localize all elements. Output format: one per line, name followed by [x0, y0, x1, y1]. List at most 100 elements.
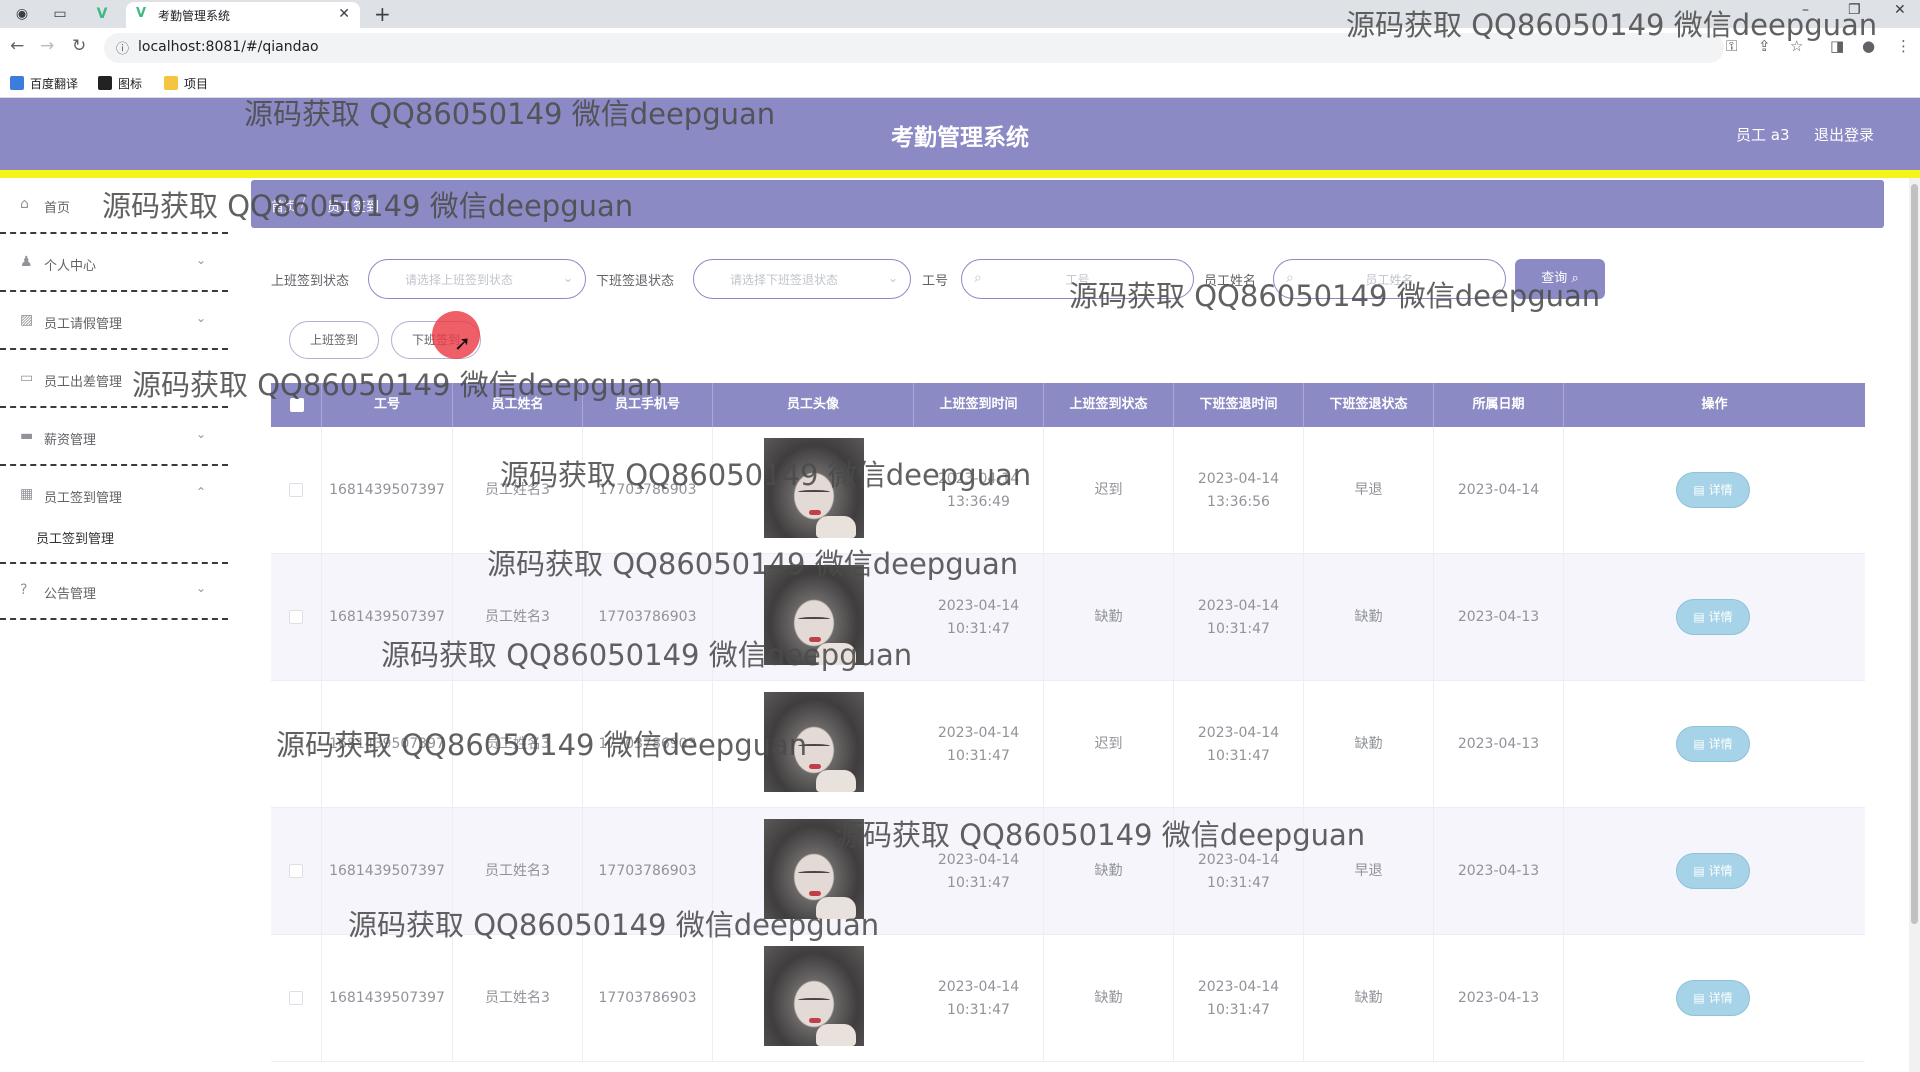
cell-out-status: 早退: [1304, 808, 1434, 935]
avatar-eyes: [798, 617, 830, 621]
tab-icon[interactable]: ▭: [50, 4, 70, 24]
browser-tab-bar: ◉ ▭ V V 考勤管理系统 ✕ + – ❐ ✕: [0, 0, 1920, 28]
row-checkbox[interactable]: [289, 991, 303, 1005]
cell-text: 2023-04-13: [1457, 863, 1540, 879]
forward-icon[interactable]: →: [40, 36, 54, 56]
cell-text: 缺勤: [1354, 990, 1383, 1006]
table-row: 1681439507397 员工姓名3 17703786903 2023-04-14 …: [271, 808, 1865, 935]
cell-name: 员工姓名3: [453, 554, 583, 681]
user-icon: ♟: [20, 254, 33, 270]
row-checkbox[interactable]: [289, 610, 303, 624]
operation-cell: ▤ 详情: [1564, 935, 1865, 1062]
checkout-status-select[interactable]: 请选择下班签退状态 ⌄: [693, 259, 911, 299]
url-field[interactable]: ⓘ localhost:8081/#/qiandao: [104, 33, 1724, 63]
sidebar-item-salary[interactable]: ▬ 薪资管理 ⌄: [0, 410, 228, 466]
detail-button[interactable]: ▤ 详情: [1676, 472, 1750, 508]
scrollbar-thumb[interactable]: [1911, 184, 1918, 924]
chevron-down-icon: ⌄: [887, 271, 898, 285]
chrome-menu-icon[interactable]: ◉: [12, 4, 32, 24]
profile-icon[interactable]: ●: [1862, 37, 1875, 55]
detail-button[interactable]: ▤ 详情: [1676, 980, 1750, 1016]
query-button[interactable]: 查询 ⌕: [1515, 259, 1605, 299]
address-bar: ← → ↻ ⓘ localhost:8081/#/qiandao ⚿ ⇪ ☆ ◨…: [0, 28, 1920, 68]
chevron-down-icon: ⌄: [195, 427, 206, 441]
cell-out-status: 缺勤: [1304, 681, 1434, 808]
table-row: 1681439507397 员工姓名3 17703786903 2023-04-14 …: [271, 427, 1865, 554]
sidebar-item-label: 员工请假管理: [44, 317, 123, 332]
cell-text: 17703786903: [598, 863, 697, 879]
sidebar-subitem-checkin-manage[interactable]: 员工签到管理: [36, 528, 114, 547]
cell-no: 1681439507397: [322, 808, 453, 935]
breadcrumb-separator: /: [301, 196, 306, 211]
avatar-eyes: [798, 490, 830, 494]
detail-button[interactable]: ▤ 详情: [1676, 726, 1750, 762]
cell-in-time: 2023-04-14 10:31:47: [914, 935, 1044, 1062]
row-checkbox[interactable]: [289, 483, 303, 497]
row-checkbox[interactable]: [289, 864, 303, 878]
avatar-hand: [816, 1024, 856, 1046]
sidebar-item-profile[interactable]: ♟ 个人中心 ⌄: [0, 236, 228, 292]
restore-icon[interactable]: ❐: [1848, 2, 1861, 18]
back-icon[interactable]: ←: [10, 36, 24, 56]
cell-out-time: 2023-04-14 10:31:47: [1174, 935, 1304, 1062]
cell-date: 2023-04-14: [1434, 427, 1564, 554]
select-all-checkbox[interactable]: [290, 398, 304, 412]
detail-button[interactable]: ▤ 详情: [1676, 599, 1750, 635]
operation-cell: ▤ 详情: [1564, 427, 1865, 554]
chevron-down-icon: ⌄: [195, 581, 206, 595]
detail-button[interactable]: ▤ 详情: [1676, 853, 1750, 889]
checkin-button[interactable]: 上班签到: [289, 321, 379, 359]
cell-text: 缺勤: [1354, 736, 1383, 752]
sidebar-item-notice[interactable]: ? 公告管理 ⌄: [0, 564, 228, 620]
star-icon[interactable]: ☆: [1790, 37, 1803, 55]
row-select-cell: [271, 935, 322, 1062]
cell-in-status: 迟到: [1044, 427, 1174, 554]
query-label: 查询: [1541, 271, 1568, 286]
cell-text: 2023-04-14 10:31:47: [937, 851, 1020, 891]
new-tab-icon[interactable]: +: [374, 2, 391, 26]
breadcrumb: 首页 / 员工签到: [251, 180, 1884, 228]
cell-no: 1681439507397: [322, 554, 453, 681]
avatar-lips: [809, 637, 821, 642]
cell-text: 2023-04-14 10:31:47: [1197, 724, 1280, 764]
active-tab[interactable]: V 考勤管理系统 ✕: [126, 2, 360, 28]
breadcrumb-home[interactable]: 首页: [271, 196, 297, 215]
sidebar-item-home[interactable]: ⌂ 首页: [0, 178, 228, 234]
bookmark-icons[interactable]: 图标: [98, 75, 142, 92]
cell-out-status: 缺勤: [1304, 554, 1434, 681]
avatar-hand: [816, 643, 856, 665]
vue-tab-icon[interactable]: V: [92, 4, 112, 24]
cell-text: 17703786903: [598, 736, 697, 752]
row-select-cell: [271, 554, 322, 681]
cell-text: 员工姓名3: [485, 482, 550, 498]
column-header: 上班签到时间: [914, 383, 1044, 427]
minimize-icon[interactable]: –: [1802, 2, 1809, 18]
cell-name: 员工姓名3: [453, 808, 583, 935]
bookmark-translate[interactable]: 百度翻译: [10, 75, 78, 92]
emp-name-input[interactable]: ⌕ 员工姓名: [1273, 259, 1506, 299]
sidebar-item-business-trip[interactable]: ▭ 员工出差管理: [0, 352, 228, 408]
bookmark-projects[interactable]: 项目: [164, 75, 208, 92]
column-header: 下班签退时间: [1174, 383, 1304, 427]
row-checkbox[interactable]: [289, 737, 303, 751]
reload-icon[interactable]: ↻: [72, 36, 86, 56]
sidebar-item-checkin[interactable]: ▦ 员工签到管理 ⌃: [0, 468, 228, 524]
cell-text: 1681439507397: [329, 990, 445, 1006]
emp-no-input[interactable]: ⌕ 工号: [961, 259, 1194, 299]
sidebar-item-leave[interactable]: ▨ 员工请假管理 ⌄: [0, 294, 228, 350]
logout-link[interactable]: 退出登录: [1814, 124, 1874, 145]
monitor-icon: ▬: [20, 428, 34, 444]
employee-avatar: [764, 692, 864, 792]
sidepanel-icon[interactable]: ◨: [1830, 37, 1844, 55]
emp-no-placeholder: 工号: [1065, 273, 1090, 287]
more-icon[interactable]: ⋮: [1896, 37, 1911, 55]
close-window-icon[interactable]: ✕: [1894, 2, 1906, 18]
page-scrollbar[interactable]: [1909, 178, 1920, 1072]
site-info-icon[interactable]: ⓘ: [116, 38, 129, 57]
cell-text: 迟到: [1094, 482, 1123, 498]
share-icon[interactable]: ⇪: [1758, 37, 1771, 55]
checkin-status-select[interactable]: 请选择上班签到状态 ⌄: [368, 259, 586, 299]
key-icon[interactable]: ⚿: [1726, 37, 1737, 55]
avatar-hand: [816, 516, 856, 538]
tab-close-icon[interactable]: ✕: [338, 6, 350, 22]
